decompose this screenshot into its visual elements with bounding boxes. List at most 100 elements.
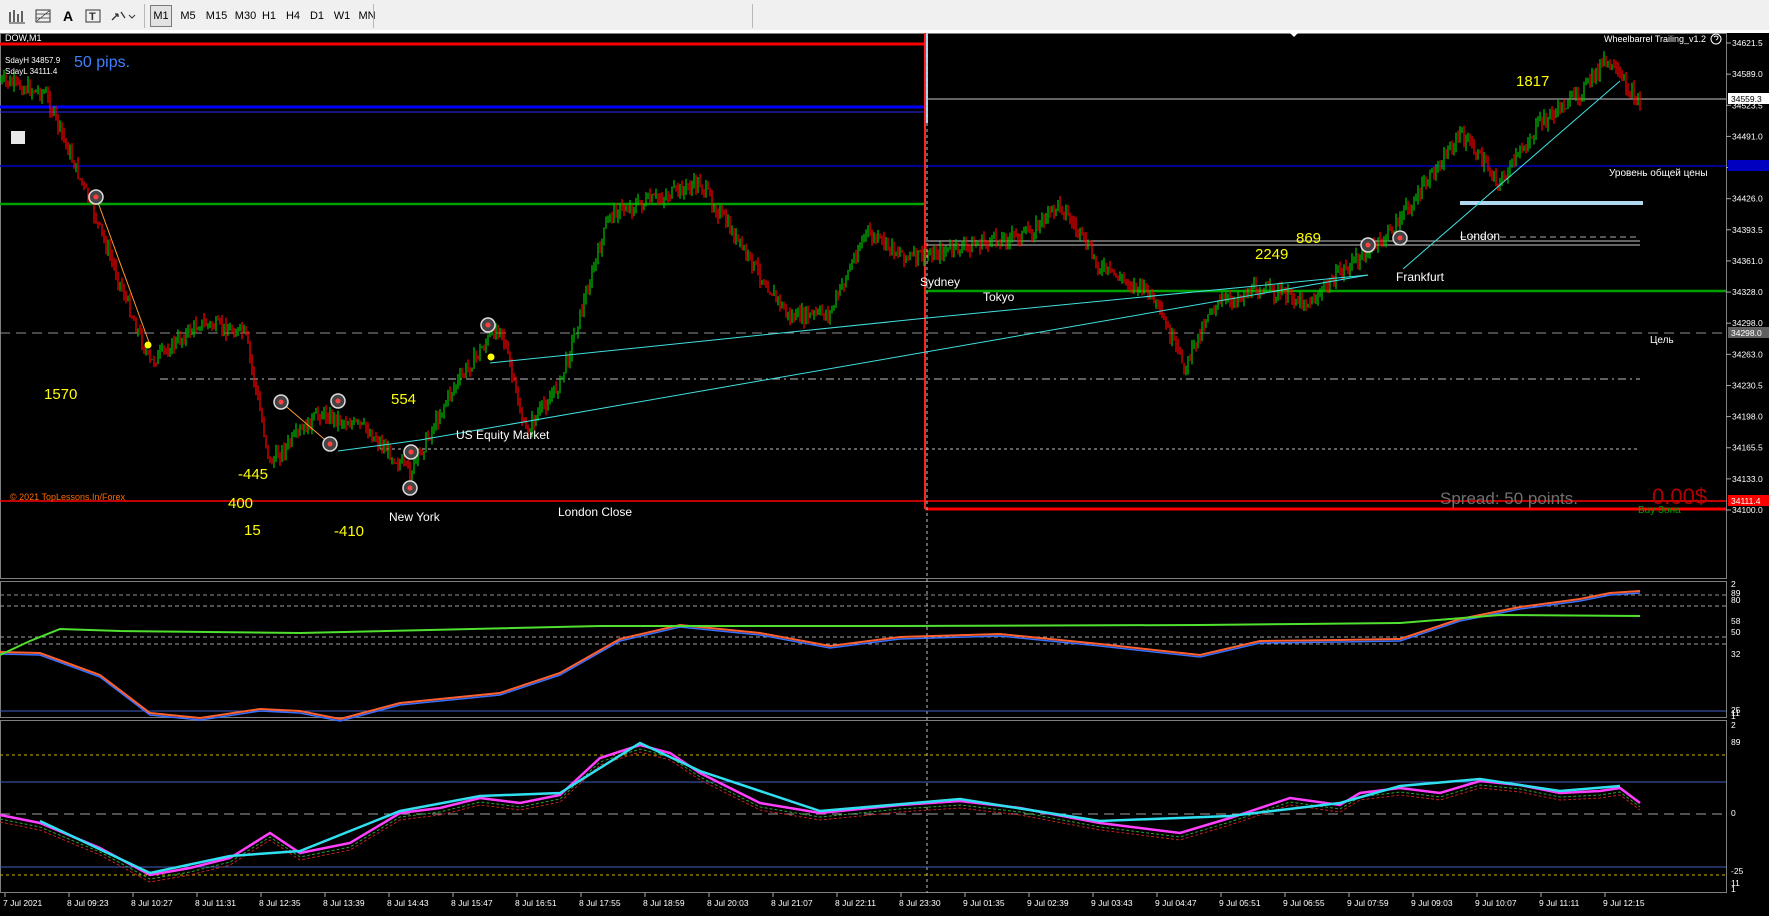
swing-marker-dot <box>1365 242 1371 248</box>
level-label-price: Уровень общей цены <box>1609 167 1708 179</box>
sub2-label: -25 <box>1731 866 1744 876</box>
time-label: 8 Jul 18:59 <box>643 898 685 908</box>
price-label: 34426.0 <box>1732 194 1763 204</box>
price-label: 34165.5 <box>1732 443 1763 453</box>
time-label: 9 Jul 10:07 <box>1475 898 1517 908</box>
time-label: 8 Jul 21:07 <box>771 898 813 908</box>
pips-label: 50 pips. <box>74 54 130 71</box>
sub1-label: 50 <box>1731 627 1741 637</box>
sub2-label: 89 <box>1731 737 1741 747</box>
price-tag-current-label: 34559.3 <box>1731 94 1762 104</box>
price-tag-level <box>1728 160 1769 171</box>
arrows-icon[interactable] <box>108 5 138 27</box>
session-label: London <box>1460 229 1500 243</box>
wave-number: 869 <box>1296 230 1321 247</box>
session-label: Sydney <box>920 275 960 289</box>
price-label: 34589.0 <box>1732 69 1763 79</box>
swing-marker-dot <box>278 399 284 405</box>
copyright: © 2021 TopLessons.In/Forex <box>10 492 126 502</box>
swing-marker-dot <box>485 322 491 328</box>
panel-toggle-button[interactable] <box>11 131 25 144</box>
timeframe-d1[interactable]: D1 <box>306 5 328 27</box>
price-tag-low-label: 34111.4 <box>1731 496 1761 506</box>
timeframe-m5[interactable]: M5 <box>176 5 200 27</box>
time-label: 7 Jul 2021 <box>3 898 42 908</box>
time-label: 8 Jul 16:51 <box>515 898 557 908</box>
price-label: 34393.5 <box>1732 225 1763 235</box>
sub1-label: 32 <box>1731 649 1741 659</box>
timeframe-w1[interactable]: W1 <box>331 5 353 27</box>
time-label: 9 Jul 07:59 <box>1347 898 1389 908</box>
wave-number: 2249 <box>1255 246 1288 263</box>
price-label: 34133.0 <box>1732 474 1763 484</box>
price-label: 34621.5 <box>1732 38 1763 48</box>
session-label: London Close <box>558 505 632 519</box>
time-label: 8 Jul 09:23 <box>67 898 109 908</box>
timeframe-m15[interactable]: M15 <box>203 5 230 27</box>
wave-number: 1570 <box>44 386 77 403</box>
timeframe-h4[interactable]: H4 <box>282 5 304 27</box>
price-label: 34328.0 <box>1732 287 1763 297</box>
sday-low: SdayL 34111.4 <box>5 67 58 76</box>
time-label: 9 Jul 11:11 <box>1539 898 1580 908</box>
time-label: 8 Jul 23:30 <box>899 898 941 908</box>
swing-marker-dot <box>408 449 414 455</box>
sub2-label: 1 <box>1731 884 1736 894</box>
sub2-label: 2 <box>1731 720 1736 730</box>
sub1-label: 80 <box>1731 595 1741 605</box>
session-label: Tokyo <box>983 290 1015 304</box>
fibonacci-icon[interactable] <box>32 5 54 27</box>
time-label: 9 Jul 12:15 <box>1603 898 1645 908</box>
level-label-target: Цель <box>1650 335 1674 346</box>
time-label: 9 Jul 02:39 <box>1027 898 1069 908</box>
time-label: 8 Jul 10:27 <box>131 898 173 908</box>
time-label: 8 Jul 14:43 <box>387 898 429 908</box>
swing-marker-dot <box>1397 235 1403 241</box>
sday-high: SdayH 34857.9 <box>5 56 61 65</box>
price-label: 34263.0 <box>1732 349 1763 359</box>
wave-number: 554 <box>391 391 416 408</box>
swing-marker-dot <box>407 485 413 491</box>
price-label: 34230.5 <box>1732 380 1763 390</box>
bar-chart-icon[interactable] <box>6 5 28 27</box>
time-label: 8 Jul 13:39 <box>323 898 365 908</box>
spread-text: Spread: 50 points. <box>1440 489 1578 508</box>
toolbar: A T M1 M5 M15 M30 H1 H4 D1 W1 MN <box>0 0 1769 33</box>
session-label: New York <box>389 510 441 524</box>
time-label: 9 Jul 06:55 <box>1283 898 1325 908</box>
wave-point <box>144 341 152 349</box>
session-label: US Equity Market <box>456 428 550 442</box>
wave-number: -445 <box>238 466 268 483</box>
wave-point <box>487 353 495 361</box>
time-label: 8 Jul 20:03 <box>707 898 749 908</box>
wave-number: 1817 <box>1516 73 1549 90</box>
text-tool-icon[interactable]: A <box>58 5 78 27</box>
time-label: 9 Jul 01:35 <box>963 898 1005 908</box>
price-label: 34298.0 <box>1732 318 1763 328</box>
timeframe-m1[interactable]: M1 <box>150 5 172 27</box>
sub2-label: 0 <box>1731 808 1736 818</box>
time-label: 9 Jul 03:43 <box>1091 898 1133 908</box>
time-label: 9 Jul 09:03 <box>1411 898 1453 908</box>
price-label: 34361.0 <box>1732 256 1763 266</box>
time-label: 8 Jul 22:11 <box>835 898 876 908</box>
time-label: 8 Jul 15:47 <box>451 898 493 908</box>
timeframe-h1[interactable]: H1 <box>258 5 280 27</box>
wave-number: 400 <box>228 495 253 512</box>
price-chart[interactable]: DOW,M1 Wheelbarrel Trailing_v1.2 50 pips… <box>0 33 1769 916</box>
swing-marker-dot <box>93 194 99 200</box>
swing-marker-dot <box>327 441 333 447</box>
price-label: 34491.0 <box>1732 131 1763 141</box>
symbol-label: DOW,M1 <box>5 33 42 43</box>
svg-text:T: T <box>89 11 96 23</box>
time-label: 8 Jul 17:55 <box>579 898 621 908</box>
text-label-icon[interactable]: T <box>82 5 104 27</box>
price-tag-target-label: 34298.0 <box>1731 328 1762 338</box>
sub1-label: 58 <box>1731 616 1741 626</box>
time-label: 9 Jul 04:47 <box>1155 898 1197 908</box>
price-label: 34100.0 <box>1732 505 1763 515</box>
timeframe-m30[interactable]: M30 <box>233 5 258 27</box>
price-label: 34198.0 <box>1732 412 1763 422</box>
buy-zone: Buy Зона <box>1638 505 1681 516</box>
timeframe-mn[interactable]: MN <box>355 5 379 27</box>
